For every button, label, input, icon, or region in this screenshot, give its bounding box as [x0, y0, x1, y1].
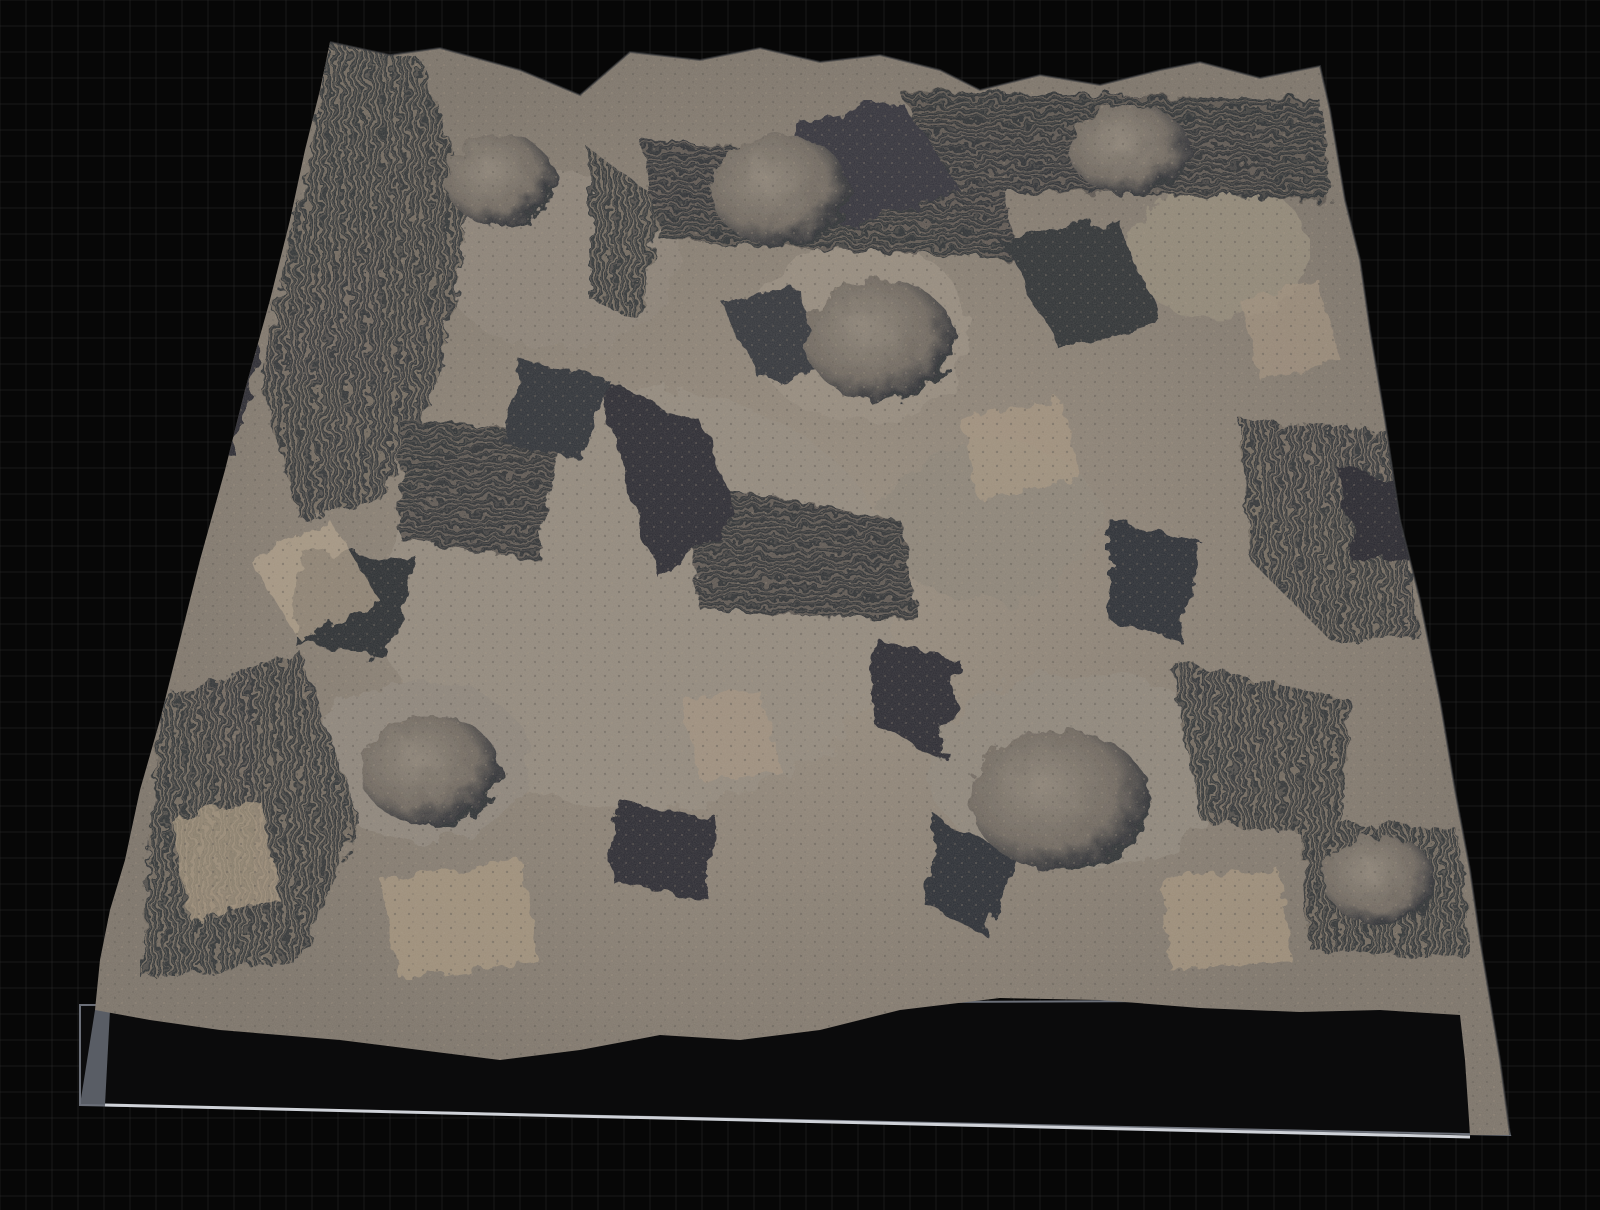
terrain-surface[interactable] — [80, 30, 1520, 1150]
3d-viewport[interactable] — [0, 0, 1600, 1210]
viewport-canvas[interactable] — [0, 0, 1600, 1210]
